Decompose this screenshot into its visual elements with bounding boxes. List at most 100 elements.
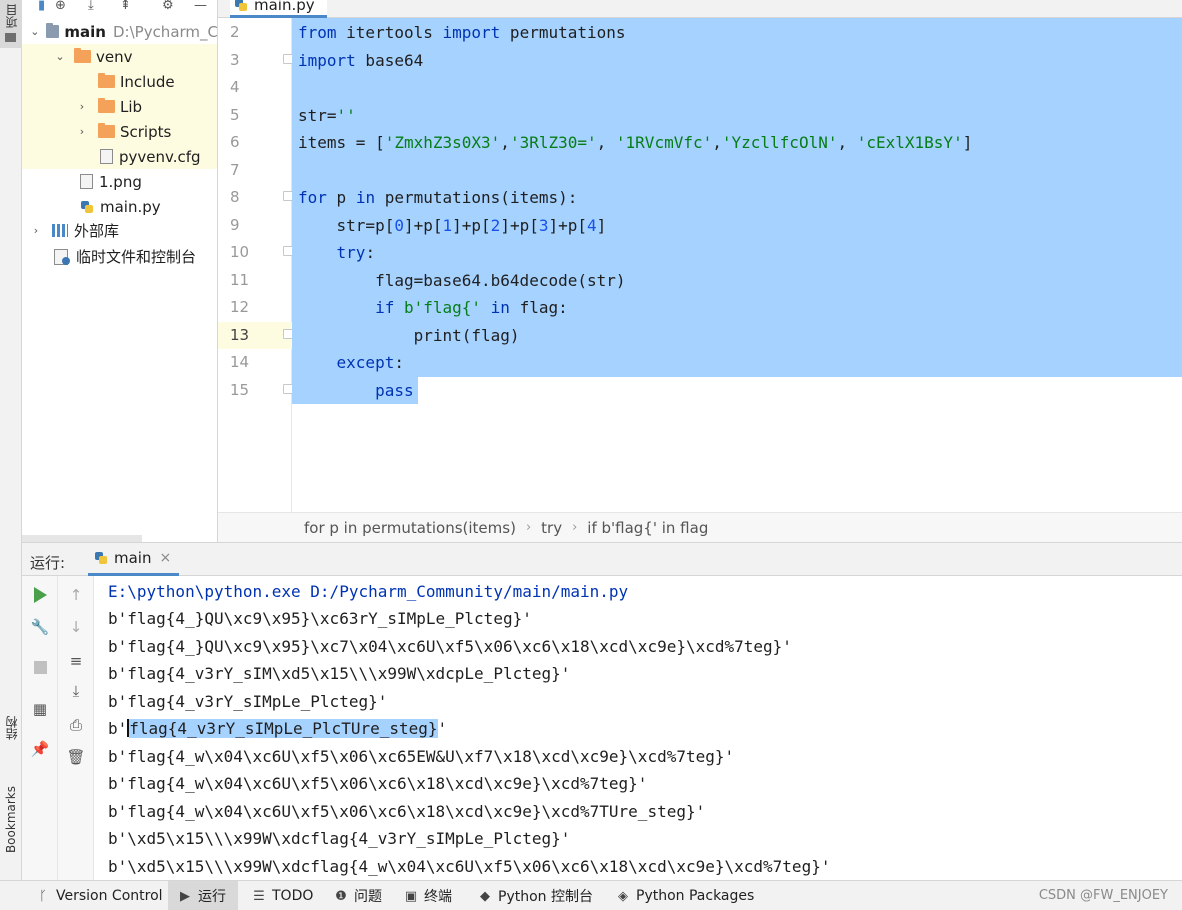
scroll-to-end-button[interactable]: ⤓ [67, 682, 85, 700]
tree-item-venv[interactable]: ⌄ venv [22, 44, 217, 69]
line-number: 6 [230, 133, 240, 151]
scroll-down-button[interactable]: ↓ [67, 618, 85, 636]
clear-all-button[interactable]: 🗑 [66, 748, 85, 766]
tree-item-label: 1.png [99, 172, 142, 191]
console-command-line: E:\python\python.exe D:/Pycharm_Communit… [108, 582, 629, 601]
editor-tab-main-py[interactable]: main.py [230, 0, 327, 18]
locate-icon[interactable]: ⊕ [55, 0, 66, 12]
console-output-line: b'\xd5\x15\\\x99W\xdcflag{4_w\x04\xc6U\x… [108, 857, 831, 876]
tree-item-include[interactable]: Include [22, 69, 217, 94]
console-output-line: b'flag{4_w\x04\xc6U\xf5\x06\xc6\x18\xcd\… [108, 774, 648, 793]
line-number: 15 [230, 381, 250, 399]
edit-configuration-button[interactable]: 🔧 [30, 618, 50, 636]
status-todo[interactable]: ☰ TODO [252, 881, 313, 910]
code-line-9: str=p[0]+p[1]+p[2]+p[3]+p[4] [298, 216, 607, 235]
project-tool-tab[interactable]: 项目 [0, 0, 22, 48]
printer-icon: ⎙ [69, 716, 82, 734]
status-python-console[interactable]: ◆ Python 控制台 [478, 881, 593, 910]
code-line-15: pass [375, 381, 414, 400]
breadcrumb-item[interactable]: if b'flag{' in flag [587, 519, 708, 537]
packages-icon: ◈ [618, 888, 628, 904]
select-opened-file-icon[interactable]: ▮ [38, 0, 45, 12]
expand-all-icon[interactable]: ⤓ [88, 0, 94, 12]
branch-icon: ᚴ [39, 888, 47, 904]
console-output-line: b'flag{4_w\x04\xc6U\xf5\x06\xc65EW&U\xf7… [108, 747, 735, 766]
line-number: 9 [230, 216, 240, 234]
pin-button[interactable]: 📌 [31, 740, 50, 758]
tree-item-label: 临时文件和控制台 [76, 248, 197, 266]
collapse-all-icon[interactable]: ⇞ [120, 0, 131, 12]
structure-tool-tab[interactable]: 结构 [0, 700, 22, 756]
breadcrumb-item[interactable]: for p in permutations(items) [304, 519, 516, 537]
line-number: 12 [230, 298, 250, 316]
rerun-button[interactable] [31, 586, 49, 604]
status-bar: ᚴ Version Control ▶ 运行 ☰ TODO ❶ 问题 ▣ 终端 … [0, 880, 1182, 910]
line-number-current: 13 [218, 322, 292, 349]
tree-item-main-py[interactable]: main.py [22, 194, 217, 219]
tree-item-label: Lib [120, 97, 143, 116]
tree-item-main[interactable]: ⌄ main D:\Pycharm_C [22, 19, 218, 44]
code-line-8: for p in permutations(items): [298, 188, 578, 207]
run-tab-label: main [114, 549, 152, 567]
stop-button[interactable] [31, 658, 49, 676]
gear-icon[interactable]: ⚙ [162, 0, 174, 12]
line-number: 8 [230, 188, 240, 206]
status-python-packages[interactable]: ◈ Python Packages [616, 881, 754, 910]
layout-button[interactable]: ▦ [31, 700, 49, 718]
project-horizontal-scrollbar[interactable] [22, 535, 142, 542]
watermark-text: CSDN @FW_ENJOEY [1038, 888, 1168, 903]
tree-item-pyvenv[interactable]: pyvenv.cfg [22, 144, 217, 169]
play-icon: ▶ [180, 888, 190, 904]
output-suffix: ' [437, 719, 448, 738]
code-line-14: except: [336, 353, 404, 372]
status-terminal[interactable]: ▣ 终端 [404, 881, 452, 910]
console-output-line: b'flag{4_v3rY_sIMpLe_Plcteg}' [108, 692, 388, 711]
soft-wrap-button[interactable]: ≡ [67, 652, 85, 670]
console-output-line-highlighted: b' flag{4_v3rY_sIMpLe_PlcTUre_steg}' [108, 715, 447, 742]
chevron-right-icon: › [572, 520, 578, 535]
config-file-icon [100, 149, 113, 164]
play-icon [33, 587, 47, 603]
tree-item-external-libraries[interactable]: › 外部库 [22, 218, 217, 243]
tree-item-path: D:\Pycharm_C [112, 22, 218, 41]
editor-gutter: 2 3 4 5 6 7 8 9 10 11 12 13 14 15 [218, 18, 319, 512]
wrench-icon: 🔧 [30, 618, 50, 636]
code-line-11: flag=base64.b64decode(str) [298, 271, 626, 290]
tree-item-lib[interactable]: › Lib [22, 94, 217, 119]
status-version-control[interactable]: ᚴ Version Control [36, 881, 163, 910]
scroll-up-button[interactable]: ↑ [67, 586, 85, 604]
folder-icon [98, 73, 115, 88]
editor-tab-bar: main.py [218, 0, 1182, 18]
folder-icon [98, 123, 115, 138]
structure-tab-label: 结构 [4, 716, 19, 740]
run-label: 运行: [30, 554, 66, 572]
tree-item-scripts[interactable]: › Scripts [22, 119, 217, 144]
tree-item-scratches[interactable]: 临时文件和控制台 [22, 244, 217, 269]
tree-item-label: 外部库 [74, 222, 120, 240]
print-button[interactable]: ⎙ [67, 716, 85, 734]
console-output-line: b'flag{4_w\x04\xc6U\xf5\x06\xc6\x18\xcd\… [108, 802, 706, 821]
run-console[interactable]: E:\python\python.exe D:/Pycharm_Communit… [94, 576, 1182, 880]
close-icon[interactable]: × [159, 550, 171, 566]
arrow-up-icon: ↑ [69, 586, 83, 604]
tree-item-png[interactable]: 1.png [22, 169, 217, 194]
hide-icon[interactable]: — [194, 0, 207, 12]
code-editor[interactable]: from itertools import permutations impor… [292, 18, 1182, 512]
breadcrumb-item[interactable]: try [541, 519, 562, 537]
chevron-right-icon[interactable]: › [76, 100, 88, 113]
line-number: 4 [230, 78, 240, 96]
status-item-label: Version Control [56, 888, 163, 904]
status-problems[interactable]: ❶ 问题 [334, 881, 382, 910]
status-run[interactable]: ▶ 运行 [168, 881, 238, 910]
chevron-right-icon[interactable]: › [76, 125, 88, 138]
tree-item-label: venv [96, 47, 133, 66]
project-tab-label: 项目 [4, 4, 19, 28]
python-icon: ◆ [480, 888, 490, 904]
console-toolbar: ↑ ↓ ≡ ⤓ ⎙ 🗑 [58, 576, 94, 880]
run-tab-main[interactable]: main × [88, 543, 180, 576]
chevron-down-icon[interactable]: ⌄ [30, 25, 40, 38]
chevron-down-icon[interactable]: ⌄ [54, 50, 66, 63]
code-line-6: items = ['ZmxhZ3s0X3','3RlZ30=', '1RVcmV… [298, 133, 973, 152]
chevron-right-icon[interactable]: › [30, 224, 42, 237]
bookmarks-tool-tab[interactable]: Bookmarks [0, 770, 22, 870]
